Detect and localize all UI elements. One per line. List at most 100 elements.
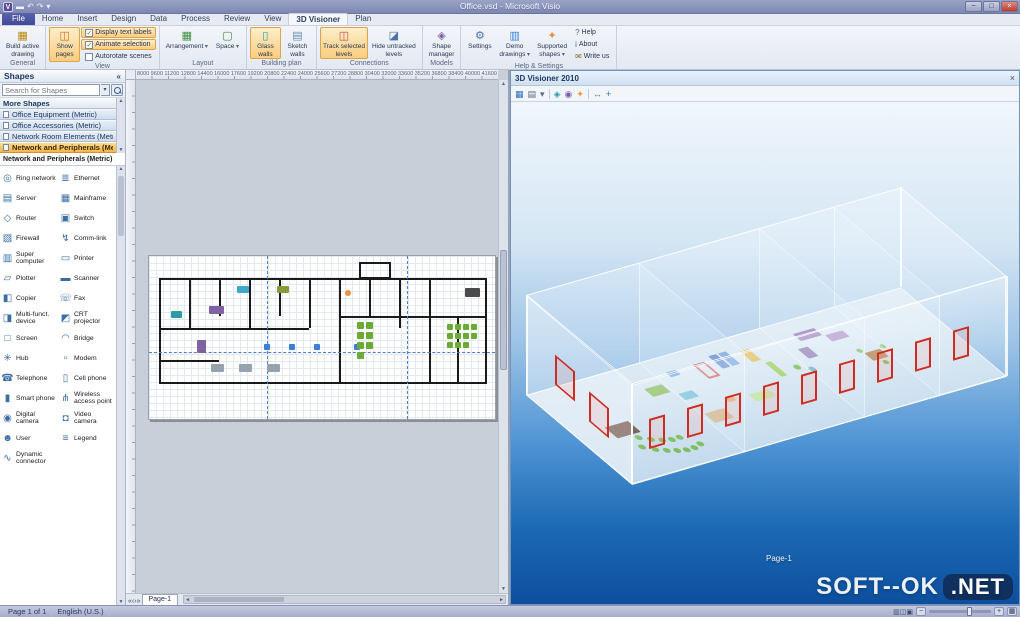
shape-item-server[interactable]: ▤ Server bbox=[0, 188, 58, 208]
shape-item-telephone[interactable]: ☎ Telephone bbox=[0, 368, 58, 388]
help-button[interactable]: ? Help bbox=[571, 27, 613, 38]
supported-shapes-button[interactable]: ✦ Supported shapes ▾ bbox=[534, 27, 570, 62]
shape-item-multi-funct-device[interactable]: ◨ Multi-funct. device bbox=[0, 308, 58, 328]
animate-selection-checkbox[interactable]: ✓ Animate selection bbox=[81, 39, 156, 50]
shape-item-firewall[interactable]: ▧ Firewall bbox=[0, 228, 58, 248]
shape-item-screen[interactable]: □ Screen bbox=[0, 328, 58, 348]
scroll-left-icon[interactable]: ◄ bbox=[185, 597, 190, 603]
tab-3d-visioner[interactable]: 3D Visioner bbox=[288, 13, 349, 25]
tab-review[interactable]: Review bbox=[217, 13, 257, 25]
hide-untracked-levels-button[interactable]: ◪ Hide untracked levels bbox=[369, 27, 419, 59]
scrollbar-thumb[interactable] bbox=[194, 597, 285, 602]
write-us-button[interactable]: ✉ Write us bbox=[571, 51, 613, 62]
about-button[interactable]: i About bbox=[571, 39, 613, 50]
effects-icon[interactable]: ✦ bbox=[576, 88, 584, 100]
more-shapes-bar[interactable]: More Shapes bbox=[0, 98, 116, 109]
page-count-indicator[interactable]: Page 1 of 1 bbox=[3, 606, 53, 617]
scroll-right-icon[interactable]: ► bbox=[499, 597, 504, 603]
sketch-walls-button[interactable]: ▤ Sketch walls bbox=[282, 27, 313, 59]
shape-item-modem[interactable]: ▫ Modem bbox=[58, 348, 116, 368]
drawing-canvas[interactable] bbox=[136, 80, 498, 593]
shape-item-video-camera[interactable]: ◘ Video camera bbox=[58, 408, 116, 428]
horizontal-scrollbar[interactable]: ◄ ► bbox=[183, 595, 506, 604]
minimize-button[interactable]: − bbox=[965, 1, 982, 12]
build-active-drawing-button[interactable]: ▦ Build active drawing bbox=[3, 27, 42, 59]
shape-item-comm-link[interactable]: ↯ Comm-link bbox=[58, 228, 116, 248]
tab-plan[interactable]: Plan bbox=[348, 13, 378, 25]
zoom-icon[interactable]: + bbox=[606, 88, 611, 100]
shape-item-ring-network[interactable]: ◎ Ring network bbox=[0, 168, 58, 188]
search-dropdown-icon[interactable]: ▾ bbox=[101, 84, 110, 96]
shape-item-plotter[interactable]: ▱ Plotter bbox=[0, 268, 58, 288]
print-icon[interactable]: ▤ bbox=[528, 88, 537, 100]
demo-drawings-button[interactable]: ▥ Demo drawings ▾ bbox=[496, 27, 533, 62]
close-button[interactable]: × bbox=[1001, 1, 1018, 12]
scroll-up-icon[interactable]: ▲ bbox=[119, 166, 124, 172]
shape-item-crt-projector[interactable]: ◩ CRT projector bbox=[58, 308, 116, 328]
fullscreen-icon[interactable]: ▣ bbox=[906, 609, 913, 616]
page-nav-last-button[interactable]: » bbox=[137, 598, 141, 605]
fit-page-button[interactable]: ▦ bbox=[1007, 607, 1017, 616]
drawing-page[interactable] bbox=[148, 255, 496, 420]
shape-item-printer[interactable]: ▭ Printer bbox=[58, 248, 116, 268]
3d-scene[interactable]: Page-1 bbox=[511, 102, 1019, 604]
shape-item-dynamic-connector[interactable]: ∿ Dynamic connector bbox=[0, 448, 58, 468]
maximize-button[interactable]: □ bbox=[983, 1, 1000, 12]
glass-walls-button[interactable]: ▯ Glass walls bbox=[249, 27, 281, 59]
scrollbar-thumb[interactable] bbox=[500, 250, 507, 370]
scroll-down-icon[interactable]: ▼ bbox=[499, 586, 508, 592]
zoom-out-button[interactable]: − bbox=[916, 607, 926, 616]
shape-item-legend[interactable]: ≡ Legend bbox=[58, 428, 116, 448]
search-icon[interactable] bbox=[111, 84, 123, 96]
shape-item-user[interactable]: ☻ User bbox=[0, 428, 58, 448]
pan-icon[interactable]: ↔ bbox=[593, 88, 602, 100]
shape-item-hub[interactable]: ✳ Hub bbox=[0, 348, 58, 368]
space-button[interactable]: ▢ Space ▾ bbox=[212, 27, 243, 59]
tab-file[interactable]: File bbox=[2, 13, 35, 25]
shape-item-router[interactable]: ◇ Router bbox=[0, 208, 58, 228]
arrangement-button[interactable]: ▦ Arrangement ▾ bbox=[163, 27, 211, 59]
shape-item-bridge[interactable]: ◠ Bridge bbox=[58, 328, 116, 348]
viewer-close-button[interactable]: × bbox=[1010, 73, 1015, 83]
scrollbar-thumb[interactable] bbox=[118, 176, 124, 236]
language-indicator[interactable]: English (U.S.) bbox=[52, 606, 110, 617]
page-tab-page-1[interactable]: Page-1 bbox=[141, 594, 179, 605]
normal-view-icon[interactable]: ▥ bbox=[893, 609, 900, 616]
shape-item-fax[interactable]: ☏ Fax bbox=[58, 288, 116, 308]
shape-item-digital-camera[interactable]: ◉ Digital camera bbox=[0, 408, 58, 428]
scroll-up-icon[interactable]: ▲ bbox=[119, 98, 124, 104]
collapse-panel-icon[interactable]: « bbox=[117, 72, 121, 81]
tab-insert[interactable]: Insert bbox=[70, 13, 104, 25]
display-text-labels-checkbox[interactable]: ✓ Display text labels bbox=[81, 27, 156, 38]
view-cube-icon[interactable]: ◈ bbox=[554, 88, 561, 100]
track-selected-levels-button[interactable]: ◫ Track selected levels bbox=[319, 27, 368, 59]
zoom-slider-thumb[interactable] bbox=[967, 607, 972, 616]
camera-icon[interactable]: ◉ bbox=[564, 88, 572, 100]
shape-item-switch[interactable]: ▣ Switch bbox=[58, 208, 116, 228]
search-input[interactable] bbox=[2, 84, 100, 96]
shape-item-smart-phone[interactable]: ▮ Smart phone bbox=[0, 388, 58, 408]
zoom-in-button[interactable]: + bbox=[994, 607, 1004, 616]
shapes-scrollbar[interactable]: ▲ ▼ bbox=[116, 166, 125, 605]
shape-item-mainframe[interactable]: ▦ Mainframe bbox=[58, 188, 116, 208]
shape-item-scanner[interactable]: ▬ Scanner bbox=[58, 268, 116, 288]
tab-data[interactable]: Data bbox=[143, 13, 174, 25]
shape-item-cell-phone[interactable]: ▯ Cell phone bbox=[58, 368, 116, 388]
save-icon[interactable]: ▦ bbox=[515, 88, 524, 100]
scroll-down-icon[interactable]: ▼ bbox=[119, 147, 124, 153]
stencil-network-and-peripherals-metric[interactable]: Network and Peripherals (Metric) bbox=[0, 142, 116, 153]
tab-home[interactable]: Home bbox=[35, 13, 70, 25]
vertical-scrollbar[interactable]: ▲ ▼ bbox=[498, 80, 508, 593]
tab-view[interactable]: View bbox=[257, 13, 288, 25]
stencil-network-room-elements-metric[interactable]: Network Room Elements (Metric) bbox=[0, 131, 116, 142]
shape-item-copier[interactable]: ◧ Copier bbox=[0, 288, 58, 308]
shape-item-wireless-access-point[interactable]: ⋔ Wireless access point bbox=[58, 388, 116, 408]
stencil-scrollbar[interactable]: ▲ ▼ bbox=[116, 98, 125, 153]
tab-design[interactable]: Design bbox=[104, 13, 143, 25]
stencil-office-equipment-metric[interactable]: Office Equipment (Metric) bbox=[0, 109, 116, 120]
autorotate-scenes-checkbox[interactable]: Autorotate scenes bbox=[81, 51, 155, 62]
show-pages-button[interactable]: ◫ Show pages bbox=[49, 27, 81, 62]
export-dropdown-icon[interactable]: ▾ bbox=[540, 88, 545, 100]
settings-button[interactable]: ⚙ Settings bbox=[464, 27, 495, 62]
shape-item-super-computer[interactable]: ▥ Super computer bbox=[0, 248, 58, 268]
